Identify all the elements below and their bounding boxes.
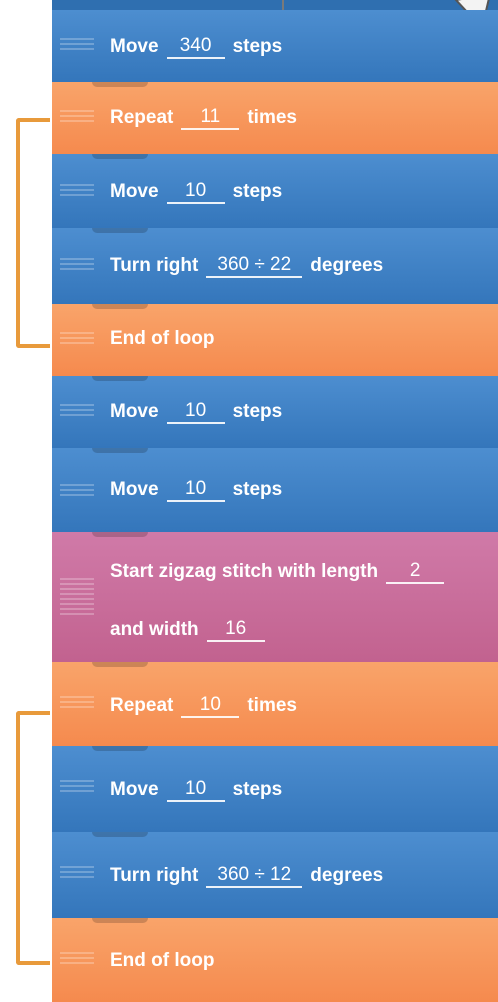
- repeat-count-input[interactable]: 10: [181, 694, 240, 718]
- drag-handle-icon[interactable]: [60, 866, 94, 878]
- move-block[interactable]: Move 10 steps: [52, 154, 498, 228]
- turn-right-block[interactable]: Turn right 360 ÷ 12 degrees: [52, 832, 498, 918]
- block-notch: [92, 918, 148, 923]
- steps-input[interactable]: 340: [166, 35, 225, 59]
- block-notch: [92, 532, 148, 537]
- block-label: steps: [232, 36, 283, 57]
- block-label: Move: [110, 36, 159, 57]
- block-label: Move: [110, 779, 159, 800]
- block-notch: [92, 376, 148, 381]
- repeat-count-input[interactable]: 11: [181, 106, 240, 130]
- block-notch: [92, 154, 148, 159]
- drag-handle-icon[interactable]: [60, 110, 94, 122]
- steps-input[interactable]: 10: [166, 180, 225, 204]
- block-label: steps: [232, 401, 283, 422]
- block-notch: [92, 304, 148, 309]
- block-label: and width: [110, 619, 199, 640]
- loop-bracket: [16, 711, 50, 965]
- block-notch: [92, 228, 148, 233]
- drag-handle-icon[interactable]: [60, 38, 94, 50]
- steps-input[interactable]: 10: [166, 778, 225, 802]
- drag-handle-icon[interactable]: [60, 258, 94, 270]
- zigzag-stitch-block[interactable]: Start zigzag stitch with length 2 and wi…: [52, 532, 498, 662]
- end-loop-block[interactable]: End of loop: [52, 918, 498, 1002]
- drag-handle-icon[interactable]: [60, 184, 94, 196]
- drag-handle-icon[interactable]: [60, 484, 94, 496]
- block-label: Start zigzag stitch with length: [110, 561, 379, 582]
- move-block[interactable]: Move 340 steps: [52, 10, 498, 82]
- loop-bracket: [16, 118, 50, 348]
- steps-input[interactable]: 10: [166, 400, 225, 424]
- block-label: Move: [110, 181, 159, 202]
- turn-right-block[interactable]: Turn right 360 ÷ 22 degrees: [52, 228, 498, 304]
- block-label: End of loop: [110, 328, 215, 349]
- repeat-block[interactable]: Repeat 11 times: [52, 82, 498, 154]
- block-notch: [92, 82, 148, 87]
- block-label: times: [247, 695, 297, 716]
- block-label: Move: [110, 401, 159, 422]
- repeat-block[interactable]: Repeat 10 times: [52, 662, 498, 746]
- drag-handle-icon[interactable]: [60, 578, 94, 615]
- drag-handle-icon[interactable]: [60, 332, 94, 344]
- block-label: Repeat: [110, 695, 174, 716]
- block-label: steps: [232, 181, 283, 202]
- block-label: End of loop: [110, 950, 215, 971]
- block-label: steps: [232, 479, 283, 500]
- drag-handle-icon[interactable]: [60, 780, 94, 792]
- degrees-input[interactable]: 360 ÷ 12: [206, 864, 303, 888]
- block-label: Move: [110, 479, 159, 500]
- scroll-divider: [282, 0, 284, 10]
- drag-handle-icon[interactable]: [60, 404, 94, 416]
- block-label: times: [247, 107, 297, 128]
- block-label: degrees: [310, 255, 384, 276]
- block-notch: [92, 662, 148, 667]
- block-notch: [92, 746, 148, 751]
- block-label: degrees: [310, 865, 384, 886]
- move-block[interactable]: Move 10 steps: [52, 746, 498, 832]
- block-label: steps: [232, 779, 283, 800]
- block-notch: [92, 448, 148, 453]
- stitch-length-input[interactable]: 2: [386, 560, 445, 584]
- end-loop-block[interactable]: End of loop: [52, 304, 498, 376]
- block-label: Turn right: [110, 255, 199, 276]
- block-label: Turn right: [110, 865, 199, 886]
- steps-input[interactable]: 10: [166, 478, 225, 502]
- move-block[interactable]: Move 10 steps: [52, 448, 498, 532]
- previous-block-edge: [52, 0, 498, 10]
- drag-handle-icon[interactable]: [60, 696, 94, 708]
- block-notch: [92, 832, 148, 837]
- block-label: Repeat: [110, 107, 174, 128]
- degrees-input[interactable]: 360 ÷ 22: [206, 254, 303, 278]
- drag-handle-icon[interactable]: [60, 952, 94, 964]
- stitch-width-input[interactable]: 16: [206, 618, 265, 642]
- move-block[interactable]: Move 10 steps: [52, 376, 498, 448]
- code-canvas: Move 340 steps Repeat 11 times Move 10 s…: [0, 0, 498, 1002]
